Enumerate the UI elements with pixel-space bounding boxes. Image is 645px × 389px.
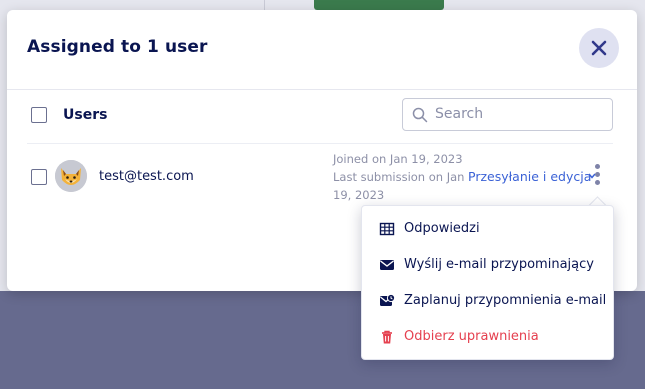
- fox-avatar-icon: [55, 160, 87, 192]
- header-divider: [7, 89, 637, 90]
- envelope-icon: [380, 260, 394, 270]
- menu-item-revoke-access[interactable]: Odbierz uprawnienia: [362, 319, 613, 355]
- user-row-checkbox[interactable]: [31, 169, 47, 185]
- avatar: [55, 160, 87, 192]
- search-box[interactable]: [402, 98, 613, 131]
- background-button: [314, 0, 444, 10]
- close-button[interactable]: [579, 28, 619, 68]
- permission-dropdown[interactable]: Przesyłanie i edycja: [468, 169, 591, 184]
- joined-date: Joined on Jan 19, 2023: [333, 152, 463, 166]
- users-column-header: Users: [63, 107, 108, 123]
- user-email: test@test.com: [99, 169, 194, 184]
- menu-item-schedule-reminders[interactable]: Zaplanuj przypomnienia e-mail: [362, 283, 613, 319]
- more-options-button[interactable]: [593, 164, 601, 190]
- user-activity-meta: Joined on Jan 19, 2023 Last submission o…: [333, 150, 465, 204]
- kebab-dot: [594, 164, 600, 169]
- menu-item-label: Odbierz uprawnienia: [404, 329, 539, 344]
- background-divider: [264, 0, 265, 10]
- select-all-checkbox[interactable]: [31, 107, 47, 123]
- menu-item-send-reminder[interactable]: Wyślij e-mail przypominający: [362, 247, 613, 283]
- kebab-dot: [594, 172, 600, 177]
- modal-title: Assigned to 1 user: [27, 37, 208, 57]
- kebab-dot: [594, 180, 600, 185]
- last-submission: Last submission on Jan: [333, 170, 465, 184]
- close-icon: [591, 40, 607, 56]
- scheduled-mail-icon: [380, 293, 395, 306]
- table-icon: [379, 222, 395, 236]
- menu-item-label: Wyślij e-mail przypominający: [404, 257, 594, 272]
- trash-icon: [382, 330, 392, 344]
- last-submission-date: 19, 2023: [333, 188, 385, 202]
- menu-item-label: Odpowiedzi: [404, 221, 480, 236]
- menu-item-responses[interactable]: Odpowiedzi: [362, 211, 613, 247]
- search-icon: [412, 107, 428, 123]
- search-input[interactable]: [435, 105, 600, 123]
- row-divider: [27, 143, 613, 144]
- row-actions-menu: Odpowiedzi Wyślij e-mail przypominający …: [361, 205, 614, 360]
- menu-item-label: Zaplanuj przypomnienia e-mail: [404, 293, 607, 308]
